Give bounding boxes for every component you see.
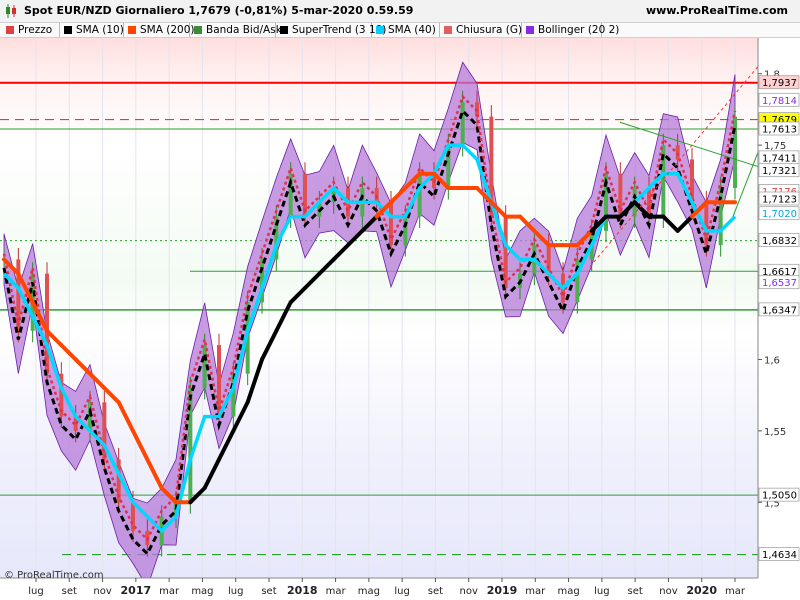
price-label-text: 1,7321 xyxy=(762,166,797,177)
price-label: 1,7321 xyxy=(758,163,800,177)
x-tick-label: set xyxy=(62,586,77,597)
legend-label: Banda Bid/Ask xyxy=(206,24,282,36)
price-label-text: 1,6832 xyxy=(762,236,797,247)
price-label: 1,7020 xyxy=(758,206,800,220)
price-candle xyxy=(733,105,737,200)
indicator-legend: Prezzo SMA (10) SMA (200) Banda Bid/Ask Supe… xyxy=(0,22,800,38)
price-label: 1,7123 xyxy=(758,191,800,206)
x-tick-label: set xyxy=(627,586,642,597)
x-tick-label: mar xyxy=(725,586,746,597)
price-label-text: 1,5050 xyxy=(762,491,797,502)
x-tick-label: 2019 xyxy=(487,584,518,597)
legend-swatch xyxy=(64,26,72,34)
x-tick-label: nov xyxy=(93,586,111,597)
legend-item-3[interactable]: Banda Bid/Ask xyxy=(190,23,282,37)
legend-label: SMA (40) xyxy=(388,24,436,36)
chart-title: Spot EUR/NZD Giornaliero 1,7679 (-0,81%)… xyxy=(24,4,414,17)
price-label-text: 1,7123 xyxy=(762,195,797,206)
legend-swatch xyxy=(280,26,288,34)
x-tick-label: mar xyxy=(159,586,180,597)
x-tick-label: lug xyxy=(594,586,609,597)
legend-item-5[interactable]: SMA (40) xyxy=(372,23,440,37)
legend-item-2[interactable]: SMA (200) xyxy=(124,23,194,37)
legend-swatch xyxy=(128,26,136,34)
y-tick-label: 1,75 xyxy=(764,141,786,152)
x-tick-label: nov xyxy=(460,586,478,597)
price-label: 1,4634 xyxy=(758,547,800,561)
x-tick-label: 2017 xyxy=(121,584,152,597)
price-label-text: 1,7411 xyxy=(762,153,797,164)
price-label: 1,7411 xyxy=(758,150,800,164)
price-label: 1,7937 xyxy=(758,75,800,89)
x-tick-label: mag xyxy=(557,586,579,597)
price-chart[interactable]: 1,81,751,61,551,51,79371,78141,76791,761… xyxy=(0,38,800,600)
price-label-text: 1,6537 xyxy=(762,278,797,289)
price-label: 1,7814 xyxy=(758,92,800,107)
candlestick-icon xyxy=(6,4,16,18)
price-label-text: 1,7613 xyxy=(762,125,797,136)
legend-item-7[interactable]: Bollinger (20 2) xyxy=(522,23,619,37)
x-tick-label: lug xyxy=(394,586,409,597)
legend-swatch xyxy=(526,26,534,34)
legend-swatch xyxy=(6,26,14,34)
legend-label: Bollinger (20 2) xyxy=(538,24,620,36)
copyright-notice: © ProRealTime.com xyxy=(4,570,104,581)
legend-swatch xyxy=(194,26,202,34)
legend-label: Chiusura (G) xyxy=(456,24,523,36)
price-label-text: 1,7937 xyxy=(762,78,797,89)
x-tick-label: 2020 xyxy=(686,584,717,597)
legend-label: Prezzo xyxy=(18,24,53,36)
price-candle xyxy=(102,390,107,471)
x-tick-label: mar xyxy=(326,586,347,597)
legend-swatch xyxy=(376,26,384,34)
x-tick-label: nov xyxy=(659,586,677,597)
legend-item-6[interactable]: Chiusura (G) xyxy=(440,23,522,37)
price-label-text: 1,4634 xyxy=(762,550,797,561)
site-url[interactable]: www.ProRealTime.com xyxy=(646,4,788,17)
price-label-text: 1,7814 xyxy=(762,96,797,107)
x-tick-label: mag xyxy=(358,586,380,597)
x-tick-label: mag xyxy=(191,586,213,597)
x-tick-label: set xyxy=(428,586,443,597)
y-tick-label: 1,55 xyxy=(764,427,786,438)
x-tick-label: 2018 xyxy=(287,584,318,597)
price-label: 1,7613 xyxy=(758,121,800,136)
legend-item-4[interactable]: SuperTrend (3 10) xyxy=(276,23,386,37)
price-label: 1,6832 xyxy=(758,233,800,247)
x-tick-label: set xyxy=(261,586,276,597)
price-label: 1,6537 xyxy=(758,275,800,289)
price-label-text: 1,6347 xyxy=(762,305,797,316)
legend-label: SMA (200) xyxy=(140,24,195,36)
title-bar: Spot EUR/NZD Giornaliero 1,7679 (-0,81%)… xyxy=(0,0,800,22)
x-tick-label: lug xyxy=(228,586,243,597)
legend-swatch xyxy=(444,26,452,34)
price-label: 1,6347 xyxy=(758,302,800,316)
price-label: 1,5050 xyxy=(758,487,800,502)
y-tick-label: 1,6 xyxy=(764,355,780,366)
legend-label: SMA (10) xyxy=(76,24,124,36)
legend-item-1[interactable]: SMA (10) xyxy=(60,23,124,37)
legend-item-0[interactable]: Prezzo xyxy=(2,23,60,37)
x-tick-label: mar xyxy=(525,586,546,597)
price-label-text: 1,7020 xyxy=(762,209,797,220)
x-tick-label: lug xyxy=(28,586,43,597)
